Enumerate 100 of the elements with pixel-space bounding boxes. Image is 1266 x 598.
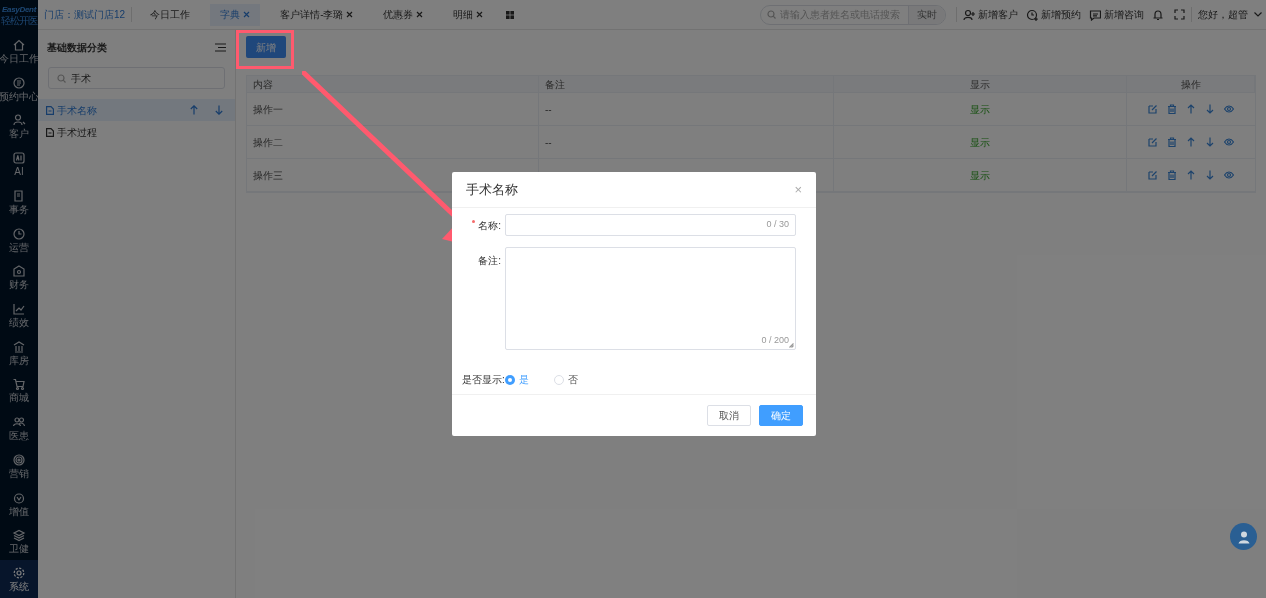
fullscreen-icon (1174, 9, 1185, 20)
move-up-button[interactable] (190, 105, 198, 115)
search-field[interactable]: 手术 (48, 67, 225, 89)
person-icon (1236, 529, 1251, 544)
settings-icon (12, 566, 26, 581)
move-up-button[interactable] (1186, 170, 1196, 180)
move-up-button[interactable] (1186, 137, 1196, 147)
nav-item[interactable]: AI (0, 145, 38, 183)
header-action-button[interactable]: 新增预约 (1026, 7, 1081, 22)
nav-item[interactable]: 医患 (0, 409, 38, 448)
tab[interactable]: 客户详情-李璐 (270, 3, 364, 26)
document-icon (46, 105, 54, 115)
fullscreen-button[interactable] (1174, 9, 1185, 20)
category-item[interactable]: 手术名称 (38, 99, 235, 121)
trash-icon (1167, 170, 1177, 180)
category-label: 手术过程 (57, 125, 98, 140)
eye-icon (1224, 170, 1234, 180)
nav-item[interactable]: 财务 (0, 258, 38, 297)
field-label: 备注: (478, 254, 501, 268)
delete-button[interactable] (1167, 104, 1177, 114)
add-person-icon (963, 8, 975, 21)
edit-icon (1148, 104, 1158, 114)
view-button[interactable] (1224, 104, 1234, 114)
input-field[interactable]: 0 / 30 (505, 214, 796, 236)
dialog-title: 手术名称 (466, 180, 518, 199)
edit-button[interactable] (1148, 104, 1158, 114)
arrow-up-icon (190, 105, 198, 115)
search-button[interactable]: 实时 (908, 5, 945, 24)
wallet-icon (12, 264, 26, 279)
field-label: 名称: (478, 218, 501, 233)
view-button[interactable] (1224, 137, 1234, 147)
textarea-field[interactable]: 0 / 200 (505, 247, 796, 350)
user-menu[interactable]: 您好，超管 (1191, 7, 1266, 22)
view-button[interactable] (1224, 170, 1234, 180)
nav-item[interactable]: 系统 (0, 560, 38, 598)
category-label: 手术名称 (57, 103, 98, 118)
bell-icon (1152, 8, 1164, 21)
radio-option[interactable]: 否 (554, 372, 578, 387)
logo-text: EasyDent (1, 6, 37, 14)
document-icon (12, 188, 26, 203)
tab[interactable]: 今日工作 (140, 3, 201, 26)
message-icon (1089, 8, 1101, 21)
chart-icon (12, 302, 26, 316)
menu-icon (215, 42, 226, 52)
resize-handle-icon (789, 343, 794, 348)
notifications-button[interactable] (1152, 8, 1164, 21)
grid-icon (506, 10, 515, 19)
annotation-box (236, 30, 294, 69)
nav-item[interactable]: 绩效 (0, 296, 38, 334)
delete-button[interactable] (1167, 170, 1177, 180)
nav-item[interactable]: 事务 (0, 182, 38, 221)
menu-button[interactable] (215, 42, 226, 52)
warehouse-icon (12, 339, 26, 354)
tab[interactable]: 优惠券 (373, 3, 434, 26)
target-icon (12, 452, 26, 467)
tab[interactable]: 明细 (443, 3, 494, 26)
nav-item[interactable]: 库房 (0, 333, 38, 372)
category-item[interactable]: 手术过程 (38, 121, 235, 143)
header-action-button[interactable]: 新增咨询 (1089, 7, 1144, 22)
nav-item[interactable]: 运营 (0, 220, 38, 259)
move-up-button[interactable] (1186, 104, 1196, 114)
calendar-icon (12, 75, 26, 90)
move-down-button[interactable] (215, 105, 223, 115)
search-icon (767, 10, 776, 19)
table-cell-text: -- (545, 102, 552, 117)
move-down-button[interactable] (1205, 137, 1215, 147)
nav-item[interactable]: 商城 (0, 371, 38, 410)
document-icon (46, 127, 54, 137)
character-counter: 0 / 30 (766, 218, 789, 232)
close-button[interactable]: × (794, 183, 802, 196)
cancel-button[interactable]: 取消 (707, 405, 751, 426)
home-icon (12, 37, 26, 52)
field-label: 是否显示: (462, 373, 505, 387)
arrow-down-icon (215, 105, 223, 115)
header-action-button[interactable]: 新增客户 (956, 7, 1018, 22)
confirm-button[interactable]: 确定 (759, 405, 803, 426)
add-button[interactable]: 新增 (246, 36, 286, 58)
move-down-button[interactable] (1205, 104, 1215, 114)
nav-item[interactable]: 增值 (0, 484, 38, 523)
tab[interactable]: 字典 (210, 3, 261, 26)
edit-button[interactable] (1148, 170, 1158, 180)
nav-item[interactable]: 今日工作 (0, 32, 38, 70)
status-text: 显示 (970, 102, 990, 117)
nav-item[interactable]: 卫健 (0, 522, 38, 561)
move-down-button[interactable] (1205, 170, 1215, 180)
edit-button[interactable] (1148, 137, 1158, 147)
arrow-down-icon (1205, 170, 1215, 180)
radio-option[interactable]: 是 (505, 372, 529, 387)
layers-icon (12, 528, 26, 543)
delete-button[interactable] (1167, 137, 1177, 147)
option-label: 是 (519, 373, 529, 387)
table-cell-text: 操作三 (253, 168, 283, 183)
ai-icon (12, 151, 26, 166)
logo-subtitle: 轻松开医 (1, 16, 37, 26)
nav-item[interactable]: 营销 (0, 447, 38, 485)
option-label: 否 (568, 373, 578, 387)
nav-item[interactable]: 客户 (0, 107, 38, 146)
edit-icon (1148, 137, 1158, 147)
store-name: 门店：测试门店12 (38, 7, 133, 22)
add-clock-icon (1026, 8, 1038, 21)
